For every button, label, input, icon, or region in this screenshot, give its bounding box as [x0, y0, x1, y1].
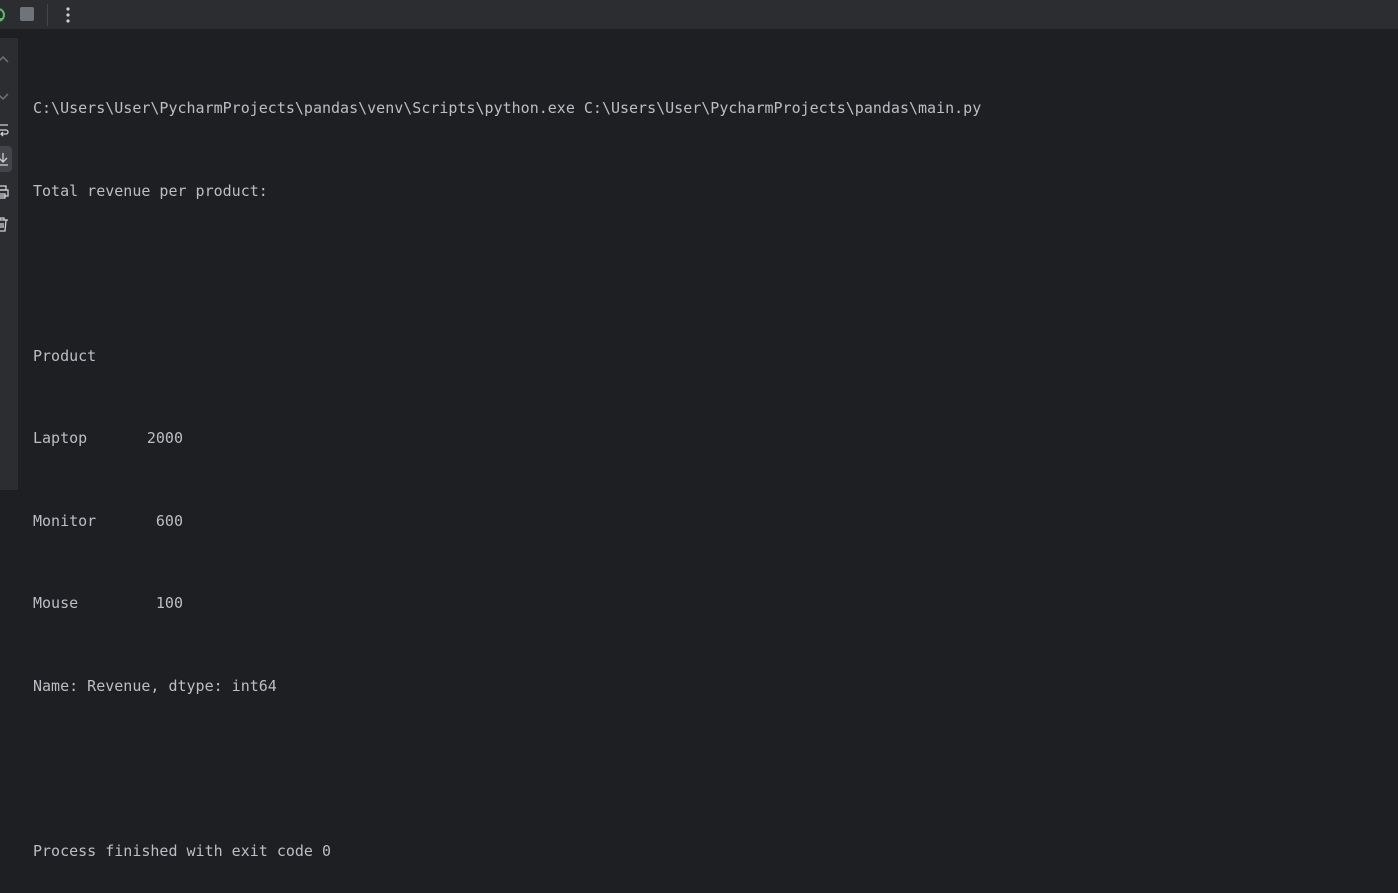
series-info: Name: Revenue, dtype: int64 [33, 676, 277, 695]
print-icon[interactable] [0, 184, 10, 200]
more-vertical-icon[interactable] [62, 5, 74, 25]
console-side-toolbar [0, 38, 18, 490]
stop-icon[interactable] [20, 7, 34, 21]
run-toolbar [0, 0, 1398, 30]
command-line: C:\Users\User\PycharmProjects\pandas\ven… [33, 99, 982, 117]
row-name: Monitor [33, 511, 97, 530]
index-name: Product [33, 346, 97, 365]
rerun-icon[interactable] [0, 6, 6, 24]
scroll-to-end-icon [0, 153, 8, 166]
series-row: Mouse 100 [33, 590, 1398, 618]
scroll-to-end-button[interactable] [0, 146, 12, 172]
trash-icon[interactable] [0, 216, 10, 232]
row-value: 2000 [146, 429, 183, 447]
console-output[interactable]: C:\Users\User\PycharmProjects\pandas\ven… [33, 40, 1398, 893]
row-name: Mouse [33, 594, 79, 612]
output-heading: Total revenue per product: [33, 181, 268, 200]
exit-message: Process finished with exit code 0 [33, 841, 332, 860]
soft-wrap-icon[interactable] [0, 122, 10, 138]
scroll-up-icon[interactable] [0, 52, 10, 68]
row-value: 100 [155, 594, 183, 612]
toolbar-divider [47, 4, 48, 26]
series-row: Laptop 2000 [33, 425, 1398, 453]
scroll-down-icon[interactable] [0, 88, 10, 104]
row-name: Laptop [33, 429, 88, 447]
series-row: Monitor 600 [33, 508, 1398, 536]
row-value: 600 [155, 511, 183, 530]
